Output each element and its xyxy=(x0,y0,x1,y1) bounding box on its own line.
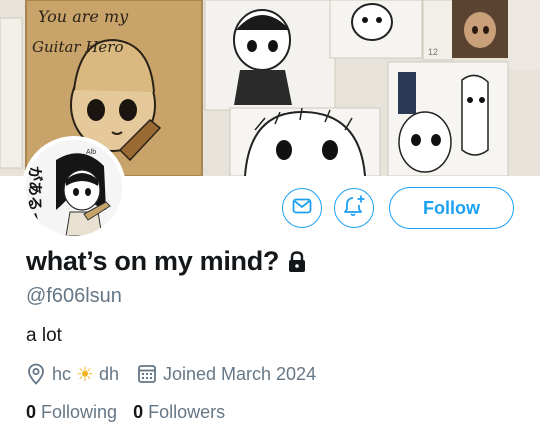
follow-button[interactable]: Follow xyxy=(389,187,514,229)
profile-bio: a lot xyxy=(26,325,62,346)
location-text-part2: dh xyxy=(98,363,119,384)
location-pin-icon xyxy=(26,363,46,385)
display-name: what’s on my mind? xyxy=(26,246,280,276)
banner-text-line1: You are my xyxy=(38,7,129,26)
location-text-part1: hc xyxy=(52,363,72,384)
profile-display-name-row: what’s on my mind? xyxy=(26,246,307,277)
calendar-icon xyxy=(137,364,157,384)
location: hc ☀ dh xyxy=(26,362,119,387)
followers-link[interactable]: 0 Followers xyxy=(133,402,225,423)
following-link[interactable]: 0 Following xyxy=(26,402,117,423)
join-date-text: Joined March 2024 xyxy=(162,363,317,384)
follow-stats: 0 Following 0 Followers xyxy=(26,402,225,423)
followers-label: Followers xyxy=(148,402,226,422)
banner-text-line2: Guitar Hero xyxy=(32,38,124,56)
following-label: Following xyxy=(41,402,118,422)
username-handle: @f606lsun xyxy=(26,285,122,307)
bell-plus-icon xyxy=(342,194,366,223)
sun-icon: ☀ xyxy=(76,363,94,386)
avatar-badge-text: Alb xyxy=(86,149,96,156)
avatar-image: があるっ Alb xyxy=(26,140,122,236)
message-button[interactable] xyxy=(282,188,322,228)
join-date: Joined March 2024 xyxy=(137,364,316,385)
avatar-side-text: があるっ xyxy=(26,166,44,226)
avatar[interactable]: があるっ Alb xyxy=(22,136,126,240)
mail-icon xyxy=(292,196,312,221)
notifications-button[interactable] xyxy=(334,188,374,228)
following-count: 0 xyxy=(26,402,37,422)
profile-meta-row: hc ☀ dh Joined March 2024 xyxy=(26,361,316,387)
banner-number: 12 xyxy=(428,47,438,57)
followers-count: 0 xyxy=(133,402,144,422)
lock-icon xyxy=(287,250,307,273)
